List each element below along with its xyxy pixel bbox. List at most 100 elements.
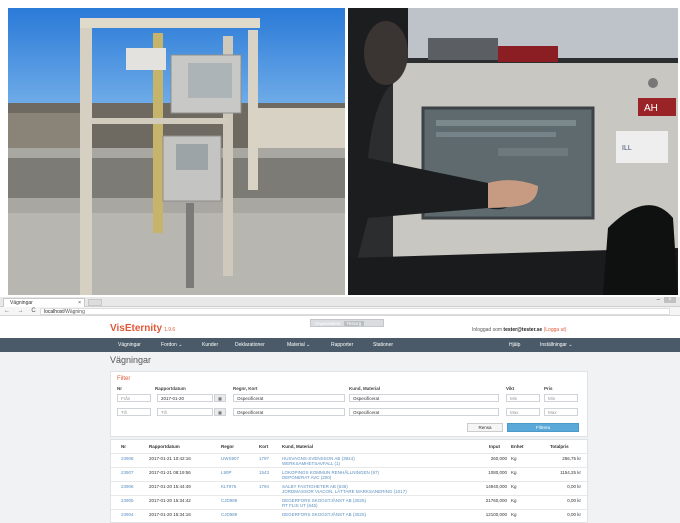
filter-panel: Filter Nr Rapportdatum Regnr, Kort Kund,…: [110, 371, 588, 437]
organisation-selector[interactable]: Organisation Testorg: [310, 319, 384, 327]
app-version: 1.9.6: [164, 327, 176, 333]
table-row[interactable]: 23908 2017-01-21 10:42:16 UWS907 1797 HU…: [111, 453, 589, 467]
col-header-rapportdatum[interactable]: Rapportdatum: [149, 444, 180, 449]
nav-item-kunder[interactable]: Kunder: [202, 342, 218, 348]
cell-material[interactable]: JORDMASSOR VIACON, LÄTTARE MARKSANERING …: [282, 489, 407, 494]
photo-driver-terminal: AH ILL: [348, 8, 678, 295]
cell-input: 14940,000: [485, 484, 507, 489]
minimize-icon[interactable]: –: [657, 297, 664, 303]
organisation-tag: Testorg: [343, 321, 365, 326]
price-min-input[interactable]: Min: [544, 394, 578, 402]
cell-date: 2017-01-21 08:19:56: [149, 470, 191, 475]
cell-price: 0,00 kr: [567, 484, 581, 489]
label-pris: Pris: [544, 386, 553, 391]
cell-price: 0,00 kr: [567, 512, 581, 517]
login-prefix: Inloggad som: [472, 327, 503, 333]
cell-unit: Kg: [511, 484, 517, 489]
tab-bar: Vägningar × – ×: [0, 297, 680, 307]
url-field[interactable]: localhost/Wägning: [40, 308, 670, 315]
browser-window: Vägningar × – × ← → C ⌂ localhost/Wägning…: [0, 297, 680, 523]
cell-regnr[interactable]: KLT976: [221, 484, 236, 489]
cell-input: 21760,000: [485, 498, 507, 503]
cell-material[interactable]: WERKSAMHETSAVFALL (1): [282, 461, 340, 466]
cell-unit: Kg: [511, 498, 517, 503]
cell-nr[interactable]: 23905: [121, 498, 134, 503]
nav-item-stationer[interactable]: Stationer: [373, 342, 393, 348]
login-info: Inloggad som tester@tester.se (Logga ut): [472, 327, 566, 333]
table-row[interactable]: 23905 2017-01-20 15:34:42 CJD989 DEGERFO…: [111, 495, 589, 509]
label-vikt: Vikt: [506, 386, 515, 391]
material-select[interactable]: Ospecificerat: [349, 408, 499, 416]
nav-item-deklarationer[interactable]: Deklarationer: [235, 342, 265, 348]
cell-material[interactable]: RT FLIS UT (645): [282, 503, 318, 508]
col-header-regnr[interactable]: Regnr: [221, 444, 234, 449]
cell-customer[interactable]: DEGERFORS SKOGSTJÄNST AB (3025): [282, 512, 366, 517]
browser-tab[interactable]: Vägningar ×: [3, 298, 85, 307]
cell-date: 2017-01-20 15:44:49: [149, 484, 191, 489]
nav-item-fordon[interactable]: Fordon ⌄: [161, 342, 182, 348]
cell-unit: Kg: [511, 456, 517, 461]
cell-nr[interactable]: 23907: [121, 470, 134, 475]
window-controls: – ×: [657, 297, 676, 303]
price-max-input[interactable]: Max: [544, 408, 578, 416]
date-to-input[interactable]: Till: [157, 408, 213, 416]
col-header-enhet[interactable]: Enhet: [511, 444, 524, 449]
table-row[interactable]: 23907 2017-01-21 08:19:56 L90P 1543 LOKO…: [111, 467, 589, 481]
terminal-badge-logo: ILL: [622, 145, 632, 152]
filter-button[interactable]: Filtrera: [507, 423, 579, 432]
cell-input: 12100,000: [485, 512, 507, 517]
filter-title: Filter: [117, 376, 131, 382]
nr-to-input[interactable]: Till: [117, 408, 151, 416]
cell-input: 260,000: [490, 456, 507, 461]
page-body: Vägningar Filter Nr Rapportdatum Regnr, …: [0, 352, 680, 523]
close-window-icon[interactable]: ×: [664, 297, 676, 303]
weight-max-input[interactable]: Max: [506, 408, 540, 416]
col-header-kort[interactable]: Kort: [259, 444, 268, 449]
cell-regnr[interactable]: UWS907: [221, 456, 239, 461]
logout-link[interactable]: (Logga ut): [544, 327, 567, 333]
cell-regnr[interactable]: L90P: [221, 470, 232, 475]
customer-select[interactable]: Ospecificerat: [349, 394, 499, 402]
new-tab-button[interactable]: [88, 299, 102, 306]
cell-kort[interactable]: 1794: [259, 484, 269, 489]
tab-close-icon[interactable]: ×: [78, 299, 81, 307]
weight-min-input[interactable]: Min: [506, 394, 540, 402]
cell-material[interactable]: DEPONERAT AVC (200): [282, 475, 331, 480]
photo-terminal-outdoor: [8, 8, 345, 295]
regnr-select[interactable]: Ospecificerat: [233, 394, 345, 402]
col-header-input[interactable]: Input: [489, 444, 500, 449]
card-select[interactable]: Ospecificerat: [233, 408, 345, 416]
tab-title: Vägningar: [10, 300, 33, 306]
col-header-totalpris[interactable]: Totalpris: [550, 444, 569, 449]
cell-date: 2017-01-20 15:34:16: [149, 512, 191, 517]
nav-item-installningar[interactable]: Inställningar ⌄: [540, 342, 573, 348]
nr-from-input[interactable]: Från: [117, 394, 151, 402]
cell-regnr[interactable]: CJD989: [221, 498, 237, 503]
calendar-icon[interactable]: ▦: [214, 394, 226, 402]
col-header-kund-material[interactable]: Kund, Material: [282, 444, 313, 449]
cell-nr[interactable]: 23906: [121, 484, 134, 489]
main-navbar: Vägningar Fordon ⌄ Kunder Deklarationer …: [0, 338, 680, 352]
cell-price: 256,75 kr: [562, 456, 581, 461]
label-kund-material: Kund, Material: [349, 386, 381, 391]
cell-input: 1080,000: [488, 470, 507, 475]
date-from-input[interactable]: 2017-01-20: [157, 394, 213, 402]
reset-button[interactable]: Rensa: [467, 423, 503, 432]
cell-kort[interactable]: 1797: [259, 456, 269, 461]
col-header-nr[interactable]: Nr: [121, 444, 126, 449]
nav-item-hjalp[interactable]: Hjälp: [509, 342, 520, 348]
url-host: localhost: [44, 309, 64, 315]
table-row[interactable]: 23906 2017-01-20 15:44:49 KLT976 1794 SA…: [111, 481, 589, 495]
cell-kort[interactable]: 1543: [259, 470, 269, 475]
cell-nr[interactable]: 23904: [121, 512, 134, 517]
url-path: /Wägning: [63, 309, 85, 315]
nav-item-rapporter[interactable]: Rapporter: [331, 342, 353, 348]
app-logo[interactable]: VisEternity 1.9.6: [110, 323, 175, 334]
calendar-icon[interactable]: ▦: [214, 408, 226, 416]
nav-item-material[interactable]: Material ⌄: [287, 342, 310, 348]
cell-regnr[interactable]: CJD989: [221, 512, 237, 517]
table-row[interactable]: 23904 2017-01-20 15:34:16 CJD989 DEGERFO…: [111, 509, 589, 523]
nav-item-vagningar[interactable]: Vägningar: [118, 342, 141, 348]
cell-nr[interactable]: 23908: [121, 456, 134, 461]
organisation-label: Organisation: [315, 321, 341, 326]
